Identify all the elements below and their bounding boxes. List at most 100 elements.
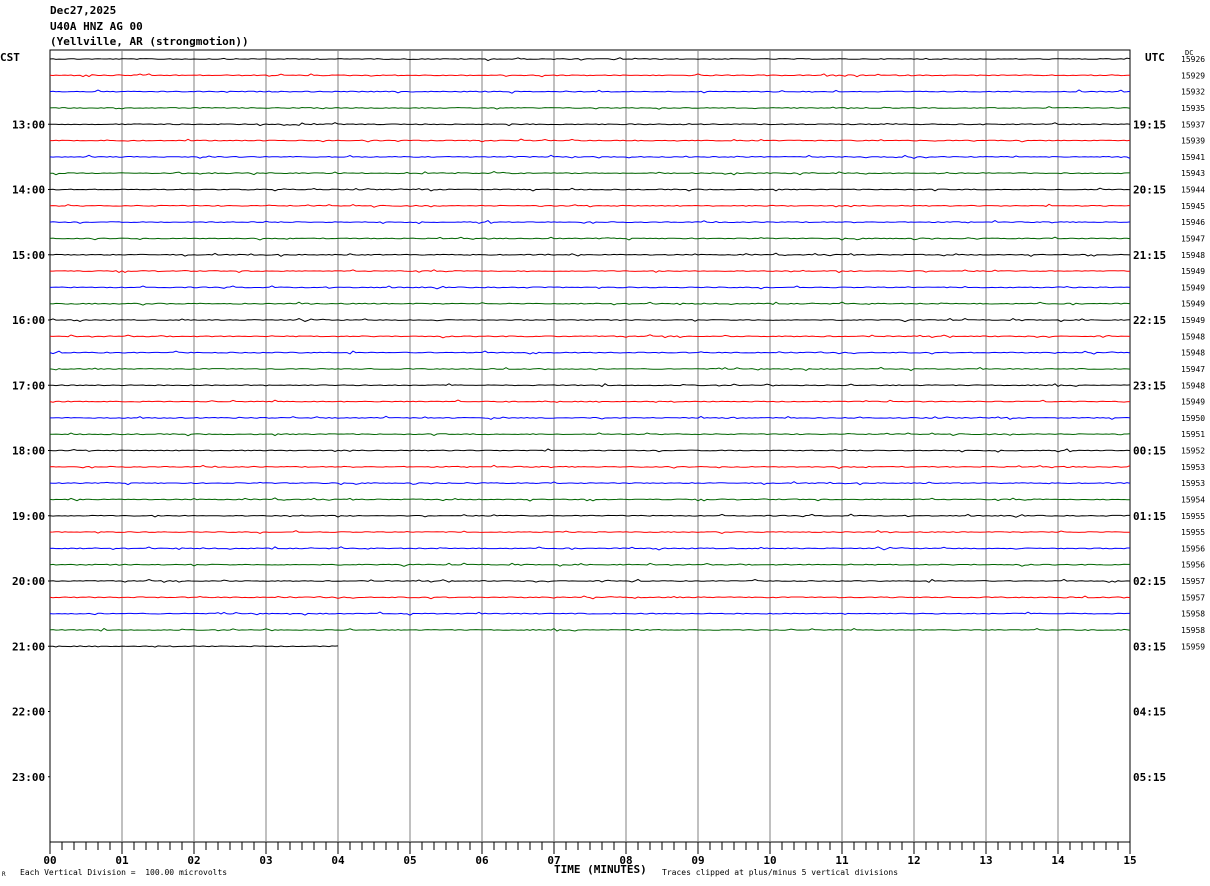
dc-offset-label: 15949: [1181, 398, 1205, 407]
dc-offset-label: 15948: [1181, 349, 1205, 358]
right-hour-label: 03:15: [1133, 640, 1166, 653]
trace-line: [49, 513, 1130, 518]
trace-line: [50, 269, 1130, 274]
right-hour-label: 22:15: [1133, 314, 1166, 327]
location-label: (Yellville, AR (strongmotion)): [50, 35, 249, 48]
left-timezone-label: CST: [0, 51, 20, 64]
dc-offset-label: 15948: [1181, 381, 1205, 390]
dc-offset-label: 15952: [1181, 447, 1205, 456]
trace-line: [49, 57, 1131, 62]
right-hour-label: 20:15: [1133, 184, 1166, 197]
dc-offset-label: 15941: [1181, 153, 1205, 162]
x-tick-label: 13: [979, 854, 992, 867]
trace-line: [50, 432, 1131, 437]
dc-offset-label: 15956: [1181, 561, 1205, 570]
trace-line: [49, 203, 1131, 208]
plot-frame: [49, 49, 1131, 843]
right-hour-label: 05:15: [1133, 771, 1166, 784]
trace-line: [49, 334, 1131, 339]
left-hour-label: 14:00: [12, 184, 45, 197]
trace-line: [49, 399, 1131, 403]
trace-line: [49, 73, 1131, 78]
trace-line: [49, 236, 1131, 241]
dc-offset-label: 15950: [1181, 414, 1205, 423]
right-hour-label: 21:15: [1133, 249, 1166, 262]
trace-line: [49, 562, 1130, 567]
dc-offset-label: 15956: [1181, 544, 1205, 553]
trace-line: [49, 171, 1130, 176]
x-tick-label: 14: [1051, 854, 1065, 867]
dc-offset-label: 15953: [1181, 463, 1205, 472]
right-hour-label: 19:15: [1133, 118, 1166, 131]
dc-offset-label: 15946: [1181, 218, 1205, 227]
station-label: U40A HNZ AG 00: [50, 20, 143, 33]
x-axis-title: TIME (MINUTES): [554, 863, 647, 876]
dc-offset-label: 15958: [1181, 610, 1205, 619]
right-hour-label: 04:15: [1133, 706, 1166, 719]
trace-line: [49, 350, 1131, 355]
trace-line: [49, 89, 1131, 94]
dc-offset-label: 15937: [1181, 120, 1205, 129]
trace-line: [49, 154, 1131, 160]
trace-line: [49, 252, 1131, 257]
right-hour-label: 23:15: [1133, 379, 1166, 392]
x-tick-label: 09: [691, 854, 704, 867]
trace-line: [49, 497, 1130, 502]
dc-offset-label: 15949: [1181, 283, 1205, 292]
dc-offset-label: 15953: [1181, 479, 1205, 488]
left-hour-label: 23:00: [12, 771, 45, 784]
dc-offset-label: 15944: [1181, 186, 1205, 195]
left-hour-label: 20:00: [12, 575, 45, 588]
trace-line: [49, 448, 1131, 453]
dc-offset-label: 15949: [1181, 267, 1205, 276]
right-hour-label: 00:15: [1133, 445, 1166, 458]
dc-offset-label: 15955: [1181, 512, 1205, 521]
date-label: Dec27,2025: [50, 4, 117, 17]
seismogram-chart: 00 01 02 03 04 05 06 07 08 09 10 11 12 13 14 1515926159…: [12, 49, 1205, 867]
trace-line: [50, 415, 1131, 420]
trace-line: [49, 366, 1131, 372]
dc-offset-label: 15947: [1181, 234, 1205, 243]
left-hour-label: 19:00: [12, 510, 45, 523]
trace-line: [49, 481, 1131, 486]
x-tick-label: 15: [1123, 854, 1136, 867]
x-tick-label: 10: [763, 854, 776, 867]
dc-offset-label: 15948: [1181, 332, 1205, 341]
trace-line: [49, 122, 1131, 127]
dc-offset-label: 15948: [1181, 251, 1205, 260]
trace-line: [49, 578, 1131, 583]
dc-offset-label: 15958: [1181, 626, 1205, 635]
trace-line: [49, 301, 1131, 306]
trace-line: [49, 546, 1130, 551]
dc-offset-label: 15935: [1181, 104, 1205, 113]
dc-offset-label: 15939: [1181, 137, 1205, 146]
x-tick-label: 05: [403, 854, 416, 867]
x-tick-label: 03: [259, 854, 272, 867]
trace-line: [49, 285, 1131, 290]
trace-line: [49, 611, 1130, 616]
dc-offset-label: 15959: [1181, 642, 1205, 651]
trace-line: [49, 530, 1130, 535]
x-tick-label: 06: [475, 854, 489, 867]
left-hour-label: 22:00: [12, 706, 45, 719]
left-hour-label: 17:00: [12, 379, 45, 392]
trace-line: [49, 464, 1131, 469]
dc-offset-label: 15955: [1181, 528, 1205, 537]
right-hour-label: 01:15: [1133, 510, 1166, 523]
dc-offset-label: 15957: [1181, 577, 1205, 586]
dc-offset-label: 15943: [1181, 169, 1205, 178]
trace-line: [49, 106, 1131, 110]
dc-offset-label: 15947: [1181, 365, 1205, 374]
right-timezone-label: UTC: [1145, 51, 1165, 64]
x-tick-label: 00: [43, 854, 56, 867]
clip-note: Traces clipped at plus/minus 5 vertical …: [662, 868, 899, 877]
trace-line: [49, 187, 1131, 192]
trace-line: [49, 317, 1131, 323]
trace-line: [49, 595, 1131, 600]
trace-line: [50, 383, 1131, 388]
left-hour-label: 15:00: [12, 249, 45, 262]
dc-offset-label: 15949: [1181, 300, 1205, 309]
scale-note: Each Vertical Division = 100.00 microvol…: [20, 868, 228, 877]
trace-line: [49, 627, 1131, 632]
x-tick-label: 01: [115, 854, 129, 867]
